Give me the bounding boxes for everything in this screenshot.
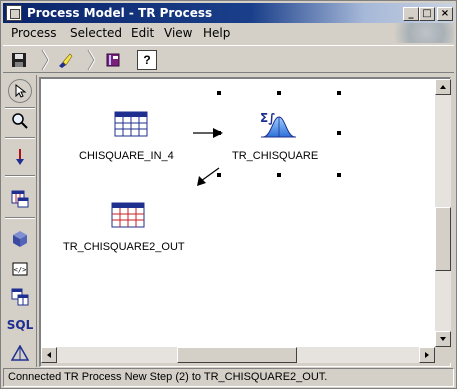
scroll-down-button[interactable]: [435, 331, 451, 347]
toolbar-separator: [87, 49, 95, 71]
menu-selected[interactable]: Selected: [70, 26, 122, 40]
menu-bar: Process Selected Edit View Help: [3, 23, 454, 43]
menu-decoration: [384, 23, 454, 43]
vertical-scroll-thumb[interactable]: [435, 207, 451, 271]
selection-handle[interactable]: [217, 91, 221, 95]
palette-separator: [5, 175, 35, 177]
scroll-up-button[interactable]: [435, 79, 451, 95]
highlighter-icon[interactable]: [55, 50, 75, 70]
maximize-button[interactable]: □: [419, 7, 435, 21]
toolbar: ?: [3, 45, 454, 73]
save-icon[interactable]: [9, 50, 29, 70]
selection-handle[interactable]: [217, 131, 221, 135]
toolbar-separator: [41, 49, 49, 71]
scroll-right-button[interactable]: [419, 347, 435, 363]
tables-icon[interactable]: [8, 285, 32, 309]
chisquare-distribution-icon[interactable]: Σ∫: [259, 111, 297, 139]
arrow-down-icon: [440, 337, 446, 341]
menu-process[interactable]: Process: [11, 26, 57, 40]
connect-arrow-icon[interactable]: [8, 145, 32, 169]
svg-text:</>: </>: [14, 266, 27, 274]
chisquare-symbols: Σ∫: [260, 111, 276, 125]
palette-separator: [5, 217, 35, 219]
minimize-button[interactable]: _: [403, 7, 419, 21]
tool-palette: </> SQL: [3, 75, 37, 367]
selection-handle[interactable]: [337, 91, 341, 95]
window-title: Process Model - TR Process: [27, 6, 213, 20]
app-icon[interactable]: [6, 5, 22, 21]
connection-arrow[interactable]: [191, 125, 227, 141]
select-arrow-icon[interactable]: [8, 79, 32, 103]
process-model-window: Process Model - TR Process _ □ × Process…: [0, 0, 457, 389]
sql-icon[interactable]: SQL: [7, 313, 34, 337]
table-icon[interactable]: [114, 111, 148, 137]
cube-icon[interactable]: [8, 227, 32, 251]
status-bar: Connected TR Process New Step (2) to TR_…: [3, 368, 454, 387]
book-icon[interactable]: [103, 50, 123, 70]
scrollbar-corner: [435, 347, 451, 363]
arrow-right-icon: [425, 352, 429, 358]
horizontal-scrollbar[interactable]: [41, 347, 435, 363]
menu-edit[interactable]: Edit: [131, 26, 154, 40]
triangle-icon[interactable]: [8, 341, 32, 365]
node-label-chisquare-in: CHISQUARE_IN_4: [79, 150, 174, 162]
selection-handle[interactable]: [337, 131, 341, 135]
horizontal-scroll-thumb[interactable]: [177, 347, 297, 363]
selection-handle[interactable]: [277, 91, 281, 95]
menu-help[interactable]: Help: [203, 26, 230, 40]
status-message: Connected TR Process New Step (2) to TR_…: [8, 371, 328, 383]
zoom-icon[interactable]: [8, 109, 32, 133]
scroll-left-button[interactable]: [41, 347, 57, 363]
title-bar[interactable]: Process Model - TR Process _ □ ×: [3, 3, 454, 23]
process-canvas[interactable]: CHISQUARE_IN_4 Σ∫ TR_CHISQUARE TR_CHISQU…: [41, 79, 435, 347]
vertical-scrollbar[interactable]: [435, 79, 451, 347]
node-label-tr-chisquare: TR_CHISQUARE: [232, 150, 319, 162]
arrow-left-icon: [47, 352, 51, 358]
selection-handle[interactable]: [277, 173, 281, 177]
table-icon[interactable]: [111, 202, 145, 228]
arrow-up-icon: [440, 85, 446, 89]
close-button[interactable]: ×: [437, 7, 453, 21]
help-icon[interactable]: ?: [137, 50, 157, 70]
script-icon[interactable]: </>: [8, 257, 32, 281]
node-label-tr-chisquare2-out: TR_CHISQUARE2_OUT: [63, 241, 185, 253]
connection-arrow[interactable]: [191, 165, 223, 191]
selection-handle[interactable]: [337, 173, 341, 177]
table-link-icon[interactable]: [8, 187, 32, 211]
palette-separator: [5, 137, 35, 139]
menu-view[interactable]: View: [164, 26, 192, 40]
